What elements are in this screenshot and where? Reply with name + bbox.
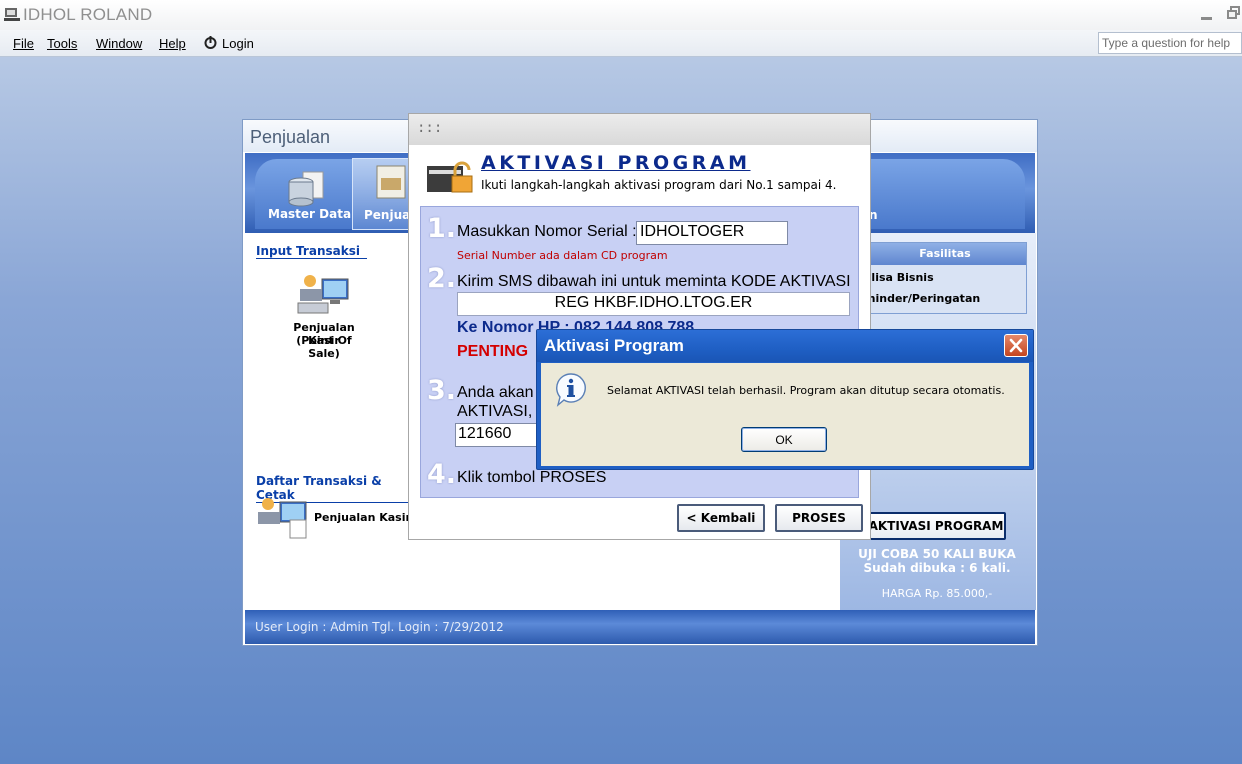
restore-icon[interactable]	[1227, 6, 1240, 20]
menu-tools[interactable]: Tools	[47, 36, 77, 51]
input-transaksi-heading: Input Transaksi	[256, 244, 367, 259]
sms-text-field[interactable]: REG HKBF.IDHO.LTOG.ER	[457, 292, 850, 316]
kasir-sublabel[interactable]: (Point Of Sale)	[279, 334, 369, 360]
message-text: Selamat AKTIVASI telah berhasil. Program…	[607, 384, 1005, 397]
menu-file[interactable]: File	[13, 36, 34, 51]
login-icon	[204, 36, 217, 49]
database-icon	[288, 171, 324, 207]
step-4-number: 4.	[427, 459, 457, 490]
step-4-text: Klik tombol PROSES	[457, 469, 607, 486]
message-body: Selamat AKTIVASI telah berhasil. Program…	[541, 363, 1029, 466]
serial-note: Serial Number ada dalam CD program	[457, 249, 668, 262]
status-bar: User Login : Admin Tgl. Login : 7/29/201…	[245, 610, 1035, 644]
penting-label: PENTING	[457, 343, 529, 360]
back-button[interactable]: < Kembali	[677, 504, 765, 532]
info-icon	[556, 373, 586, 407]
menu-bar: File Tools Window Help Login	[0, 30, 1242, 57]
ok-button[interactable]: OK	[741, 427, 827, 452]
fasilitas-panel: Fasilitas alisa Bisnis minder/Peringatan	[863, 242, 1027, 314]
step-1-number: 1.	[427, 213, 457, 244]
minimize-icon[interactable]	[1201, 17, 1212, 20]
ribbon-penjualan-label[interactable]: Penjua	[364, 208, 410, 222]
aktivasi-program-button[interactable]: AKTIVASI PROGRAM	[866, 512, 1006, 540]
step-2-text: Kirim SMS dibawah ini untuk meminta KODE…	[457, 273, 851, 290]
activation-heading: AKTIVASI PROGRAM	[481, 152, 751, 174]
message-title: Aktivasi Program	[544, 336, 684, 355]
fasilitas-header: Fasilitas	[864, 243, 1026, 265]
penjualan-title: Penjualan	[250, 127, 331, 147]
daftar-kasir-label[interactable]: Penjualan Kasir	[314, 511, 411, 524]
invoice-icon	[376, 165, 406, 199]
cashier-icon	[297, 275, 349, 314]
cashier-list-icon	[258, 498, 307, 539]
app-icon	[4, 8, 20, 21]
menu-login[interactable]: Login	[222, 36, 254, 51]
help-search-input[interactable]: Type a question for help	[1098, 32, 1242, 54]
price-label: HARGA Rp. 85.000,-	[881, 587, 993, 600]
trial-count: Sudah dibuka : 6 kali.	[863, 561, 1011, 575]
close-button[interactable]	[1004, 334, 1028, 357]
lock-icon	[427, 161, 473, 193]
serial-number-input[interactable]: IDHOLTOGER	[636, 221, 788, 245]
activation-code-input[interactable]: 121660	[455, 423, 545, 447]
app-title-bar: IDHOL ROLAND	[0, 0, 1242, 30]
message-box: Aktivasi Program Selamat AKTIVASI telah …	[536, 329, 1034, 470]
status-text: User Login : Admin Tgl. Login : 7/29/201…	[255, 620, 504, 634]
trial-info: UJI COBA 50 KALI BUKA	[858, 547, 1016, 561]
menu-help[interactable]: Help	[159, 36, 186, 51]
app-title: IDHOL ROLAND	[23, 5, 153, 24]
message-title-bar[interactable]: Aktivasi Program	[537, 330, 1033, 362]
activation-dialog: ::: AKTIVASI PROGRAM Ikuti langkah-langk…	[408, 113, 871, 540]
step-3-text: Anda akan	[457, 384, 534, 401]
fasilitas-item-analisa[interactable]: alisa Bisnis	[864, 271, 934, 284]
step-1-text: Masukkan Nomor Serial :	[457, 223, 637, 240]
step-3-text-line2: AKTIVASI,	[457, 403, 533, 420]
menu-window[interactable]: Window	[96, 36, 142, 51]
step-3-number: 3.	[427, 375, 457, 406]
close-icon	[1009, 338, 1023, 353]
activation-title-bar[interactable]: :::	[409, 114, 870, 145]
step-2-number: 2.	[427, 263, 457, 294]
ribbon-master-data-label[interactable]: Master Data	[268, 207, 351, 221]
proses-button[interactable]: PROSES	[775, 504, 863, 532]
fasilitas-item-reminder[interactable]: minder/Peringatan	[864, 292, 980, 305]
drag-handle-icon[interactable]: :::	[417, 120, 442, 136]
activation-subtitle: Ikuti langkah-langkah aktivasi program d…	[481, 178, 837, 192]
